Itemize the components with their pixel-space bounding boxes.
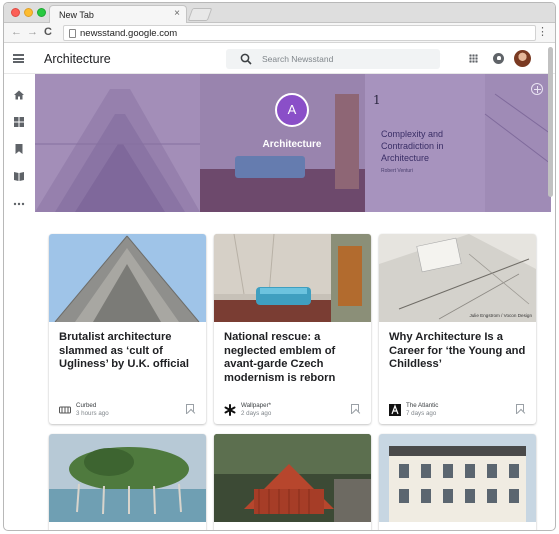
app-header: Architecture Search Newsstand <box>4 44 555 74</box>
bookmark-icon[interactable] <box>516 404 524 414</box>
article-headline[interactable]: National rescue: a neglected emblem of a… <box>224 331 363 385</box>
article-image <box>214 434 371 522</box>
image-credit: Julie Engstrom / Vocon Design <box>469 313 532 318</box>
article-image <box>379 434 536 522</box>
article-card[interactable]: National rescue: a neglected emblem of a… <box>214 234 371 424</box>
bookmark-icon[interactable] <box>13 143 25 155</box>
tab-close-icon[interactable]: × <box>174 9 180 19</box>
more-icon[interactable] <box>13 198 25 210</box>
article-image <box>49 434 206 522</box>
close-window-button[interactable] <box>11 8 20 17</box>
publisher-name: Wallpaper* <box>241 402 272 409</box>
bookmark-icon[interactable] <box>351 404 359 414</box>
browser-window: New Tab × ← → C newsstand.google.com ⋮ A… <box>3 2 556 531</box>
reload-icon[interactable]: C <box>44 26 52 39</box>
article-headline[interactable]: Why Architecture Is a Career for ‘the Yo… <box>389 331 528 372</box>
publisher-name: The Atlantic <box>406 402 439 409</box>
apps-grid-icon[interactable] <box>469 54 478 63</box>
article-card[interactable] <box>49 434 206 530</box>
article-card[interactable]: Julie Engstrom / Vocon Design Why Archit… <box>379 234 536 424</box>
minimize-window-button[interactable] <box>24 8 33 17</box>
maximize-window-button[interactable] <box>37 8 46 17</box>
publish-time: 3 hours ago <box>76 410 109 417</box>
new-tab-button[interactable] <box>187 8 213 21</box>
home-icon[interactable] <box>13 89 25 101</box>
address-bar[interactable]: newsstand.google.com <box>63 25 536 41</box>
page-scrollbar[interactable] <box>548 47 553 197</box>
article-headline[interactable]: Brutalist architecture slammed as ‘cult … <box>59 331 198 372</box>
bookmark-icon[interactable] <box>186 404 194 414</box>
search-input[interactable]: Search Newsstand <box>226 49 440 69</box>
page-title: Architecture <box>44 52 111 66</box>
topic-badge: A <box>275 93 309 127</box>
book-number: 1 <box>373 93 381 107</box>
topic-hero-banner: 1 Complexity and Contradiction in Archit… <box>35 74 551 212</box>
curbed-logo-icon <box>59 406 71 414</box>
article-card[interactable]: Brutalist architecture slammed as ‘cult … <box>49 234 206 424</box>
wallpaper-logo-icon <box>224 404 236 416</box>
hamburger-menu-icon[interactable] <box>13 54 24 63</box>
book-title: Complexity and Contradiction in Architec… <box>381 129 444 163</box>
article-card[interactable] <box>379 434 536 530</box>
browser-toolbar: ← → C newsstand.google.com ⋮ <box>4 23 555 43</box>
article-image <box>49 234 206 322</box>
article-image <box>379 234 536 322</box>
forward-icon[interactable]: → <box>27 26 38 39</box>
browser-menu-icon[interactable]: ⋮ <box>537 26 548 38</box>
avatar[interactable] <box>514 50 531 67</box>
library-icon[interactable] <box>13 170 25 182</box>
back-icon[interactable]: ← <box>11 26 22 39</box>
publish-time: 7 days ago <box>406 410 437 417</box>
tab-strip: New Tab × <box>4 3 555 24</box>
browser-tab[interactable]: New Tab × <box>49 5 187 24</box>
tab-title: New Tab <box>59 10 94 20</box>
grid-icon[interactable] <box>13 116 25 128</box>
add-topic-icon[interactable] <box>531 83 543 95</box>
publisher-name: Curbed <box>76 402 97 409</box>
address-url: newsstand.google.com <box>80 28 178 39</box>
publish-time: 2 days ago <box>241 410 272 417</box>
atlantic-logo-icon <box>389 404 401 416</box>
search-icon <box>240 53 252 65</box>
page-icon <box>69 29 76 38</box>
topic-title: Architecture <box>262 139 322 150</box>
search-placeholder: Search Newsstand <box>262 54 334 64</box>
article-image <box>214 234 371 322</box>
notifications-icon[interactable] <box>493 53 504 64</box>
book-author: Robert Venturi <box>381 168 413 174</box>
article-card[interactable] <box>214 434 371 530</box>
